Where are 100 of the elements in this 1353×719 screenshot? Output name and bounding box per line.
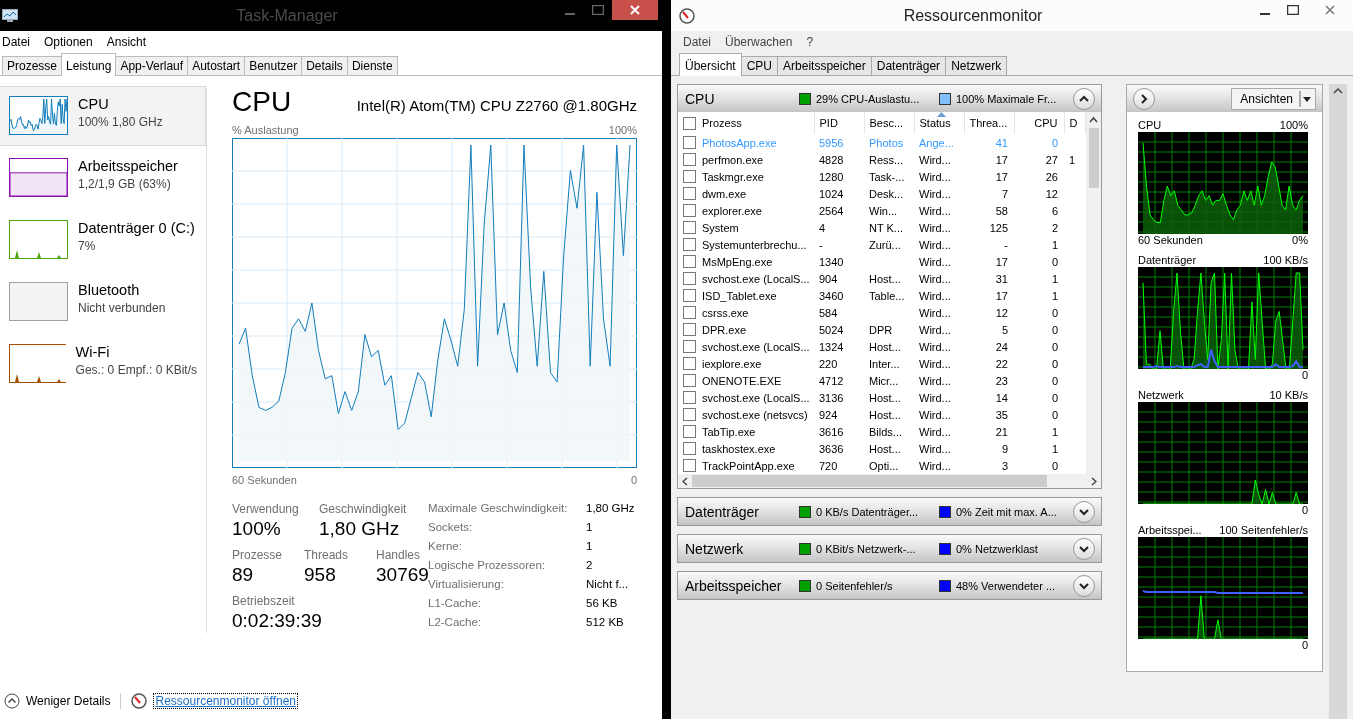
checkbox[interactable]	[683, 459, 696, 472]
column-header[interactable]: Besc...	[864, 112, 914, 134]
menu-item[interactable]: Datei	[2, 35, 30, 49]
sidebar-item[interactable]: Bluetooth Nicht verbunden	[0, 272, 206, 332]
sidebar-item[interactable]: Wi-Fi Ges.: 0 Empf.: 0 KBit/s	[0, 334, 206, 394]
menu-item[interactable]: ?	[806, 35, 814, 49]
scrollbar[interactable]	[1329, 84, 1347, 719]
checkbox[interactable]	[683, 374, 696, 387]
tab[interactable]: Prozesse	[2, 56, 63, 75]
detail-value: 2	[586, 559, 594, 573]
tab[interactable]: Datenträger	[870, 56, 947, 75]
checkbox[interactable]	[683, 204, 696, 217]
tab[interactable]: Übersicht	[679, 53, 742, 76]
sidebar-item-detail: Ges.: 0 Empf.: 0 KBit/s	[75, 363, 197, 377]
checkbox[interactable]	[683, 340, 696, 353]
checkbox[interactable]	[683, 323, 696, 336]
table-cell: Wird...	[919, 170, 951, 183]
memory-area	[9, 172, 68, 197]
scroll-thumb[interactable]	[1088, 128, 1099, 188]
expand-panel-button[interactable]	[1133, 87, 1155, 110]
expand-button[interactable]	[1073, 500, 1095, 523]
menu-item[interactable]: Ansicht	[106, 35, 147, 49]
checkbox[interactable]	[683, 289, 696, 302]
expand-button[interactable]	[1073, 537, 1095, 560]
table-cell: 17	[995, 170, 1008, 183]
table-cell: 220	[819, 357, 838, 370]
table-cell: 14	[995, 391, 1008, 404]
close-button[interactable]	[612, 0, 658, 20]
column-header[interactable]: Status	[914, 112, 964, 134]
sidebar-item[interactable]: CPU 100% 1,80 GHz	[0, 86, 206, 146]
menu-item[interactable]: Datei	[683, 35, 711, 49]
sidebar-item[interactable]: Arbeitsspeicher 1,2/1,9 GB (63%)	[0, 148, 206, 208]
table-cell: 12	[1045, 187, 1058, 200]
table-cell: Systemunterbrechu...	[702, 238, 807, 251]
scrollbar[interactable]	[1086, 112, 1101, 474]
tab[interactable]: Dienste	[346, 56, 398, 75]
collapse-button[interactable]	[1073, 87, 1095, 110]
checkbox[interactable]	[683, 153, 696, 166]
column-header[interactable]: PID	[814, 112, 864, 134]
checkbox[interactable]	[683, 170, 696, 183]
table-cell: 924	[819, 408, 838, 421]
table-cell: 26	[1045, 170, 1058, 183]
menu-item[interactable]: Überwachen	[725, 35, 793, 49]
detail-label: Virtualisierung:	[428, 578, 505, 592]
tab[interactable]: Details	[301, 56, 348, 75]
detail-label: Maximale Geschwindigkeit:	[428, 502, 569, 516]
stat-value: 89	[232, 564, 255, 586]
tab[interactable]: Autostart	[187, 56, 246, 75]
stat-label: Betriebszeit	[232, 594, 296, 608]
checkbox[interactable]	[683, 408, 696, 421]
column-header[interactable]: CPU	[1014, 112, 1064, 134]
table-cell: Taskmgr.exe	[702, 170, 764, 183]
table-cell: Bilds...	[869, 425, 902, 438]
checkbox[interactable]	[683, 238, 696, 251]
stat-value: 1,80 GHz	[319, 518, 401, 540]
checkbox[interactable]	[683, 442, 696, 455]
scrollbar[interactable]	[678, 474, 1101, 488]
expand-button[interactable]	[1073, 574, 1095, 597]
sidebar-item-name: CPU	[78, 96, 110, 112]
table-cell: TrackPointApp.exe	[702, 459, 795, 472]
sidebar-item[interactable]: Datenträger 0 (C:) 7%	[0, 210, 206, 270]
table-cell: Wird...	[919, 442, 951, 455]
column-header[interactable]: Prozess	[678, 112, 814, 134]
table-cell: 1	[1051, 425, 1058, 438]
checkbox[interactable]	[683, 391, 696, 404]
column-header[interactable]: D	[1064, 112, 1085, 134]
checkbox[interactable]	[683, 116, 696, 130]
tab[interactable]: Benutzer	[244, 56, 303, 75]
checkbox[interactable]	[683, 306, 696, 319]
menu-item[interactable]: Optionen	[44, 35, 93, 49]
table-cell: Wird...	[919, 323, 951, 336]
checkbox[interactable]	[683, 255, 696, 268]
checkbox[interactable]	[683, 136, 696, 149]
table-cell: Host...	[869, 408, 901, 421]
table-cell: 6	[1051, 204, 1058, 217]
checkbox[interactable]	[683, 357, 696, 370]
table-cell: Wird...	[919, 255, 951, 268]
column-header[interactable]: Threa...	[964, 112, 1014, 134]
fewer-details-button[interactable]: Weniger Details	[4, 693, 111, 709]
views-dropdown[interactable]: Ansichten	[1231, 87, 1316, 110]
table-cell: 3136	[819, 391, 844, 404]
checkbox[interactable]	[683, 221, 696, 234]
table-cell: 2564	[819, 204, 844, 217]
legend-label: 0% Netzwerklast	[956, 542, 1038, 555]
detail-value: 1,80 GHz	[586, 502, 635, 516]
checkbox[interactable]	[683, 187, 696, 200]
tab[interactable]: Netzwerk	[945, 56, 1008, 75]
checkbox[interactable]	[683, 272, 696, 285]
chevron-down-icon	[1079, 544, 1089, 553]
graph-span-label: 60 Sekunden	[232, 474, 297, 486]
tab[interactable]: CPU	[740, 56, 779, 75]
checkbox[interactable]	[683, 425, 696, 438]
tab[interactable]: App-Verlauf	[115, 56, 189, 75]
scroll-thumb[interactable]	[692, 475, 1047, 487]
table-cell: Wird...	[919, 425, 951, 438]
open-resource-monitor-link[interactable]: Ressourcenmonitor öffnen	[153, 693, 298, 709]
chevron-down-icon	[1079, 581, 1089, 590]
detail-label: Logische Prozessoren:	[428, 559, 546, 573]
tab[interactable]: Arbeitsspeicher	[777, 56, 872, 75]
tab[interactable]: Leistung	[61, 53, 117, 76]
